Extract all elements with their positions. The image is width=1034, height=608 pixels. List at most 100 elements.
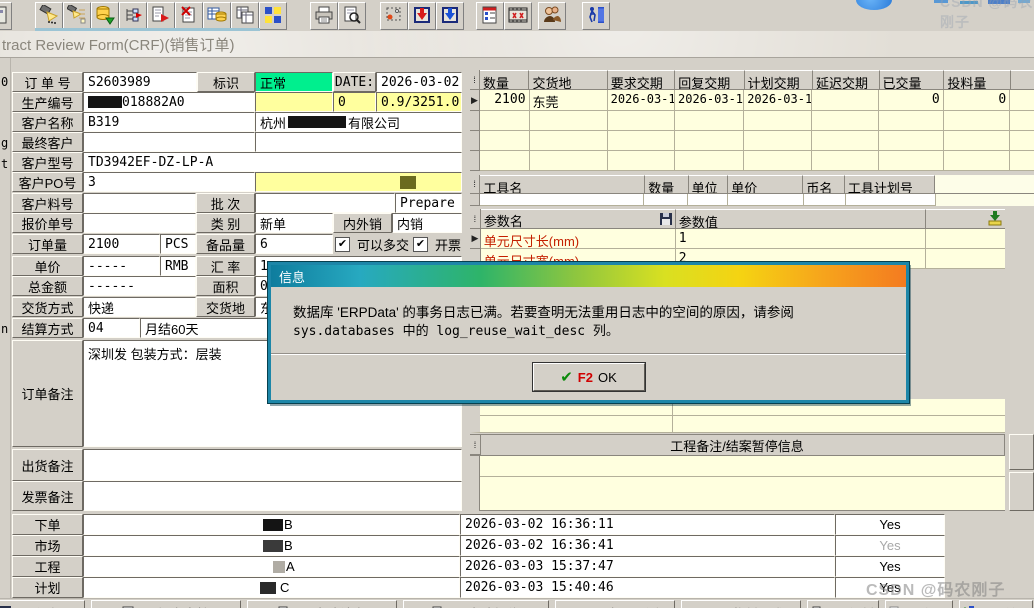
search-icon xyxy=(39,5,59,28)
approval-flag-cell: Yes xyxy=(835,556,945,577)
notes-marker-strip xyxy=(470,456,480,511)
edge-fragment: t xyxy=(1,157,8,171)
watermark-top: CSDN @码农刚子 xyxy=(940,0,1034,32)
notes-side-strip xyxy=(1009,434,1034,470)
database-new-button[interactable] xyxy=(91,2,119,30)
approval-name-cell[interactable]: C xyxy=(83,577,460,598)
category-field[interactable]: 新单 xyxy=(255,213,333,233)
customer-name-field[interactable]: 杭州有限公司 xyxy=(255,112,462,132)
invoice-note-field[interactable] xyxy=(83,481,462,511)
approval-name-cell[interactable]: A xyxy=(83,556,460,577)
param-row[interactable]: ▶ 单元尺寸长(mm) 1 xyxy=(470,229,1005,249)
export-doc-button[interactable] xyxy=(147,2,175,30)
prod-ratio-field[interactable]: 0.9/3251.0 xyxy=(376,92,462,112)
amount-field[interactable]: ------ xyxy=(83,276,196,296)
notes-area-top[interactable] xyxy=(480,456,1005,477)
final-customer-name-field[interactable] xyxy=(255,132,462,152)
request-pause-button[interactable]: F5申请暂停 xyxy=(403,600,549,608)
ship-note-field[interactable] xyxy=(83,449,462,481)
request-close-button[interactable]: F4申请结案 xyxy=(247,600,397,608)
copy-table-button[interactable] xyxy=(231,2,259,30)
settle-code-field[interactable]: 04 xyxy=(83,318,140,338)
delete-doc-button[interactable] xyxy=(175,2,203,30)
delete-doc-icon xyxy=(179,5,199,28)
approval-label-xiadan: 下单 xyxy=(12,514,83,535)
po-extra-field[interactable] xyxy=(255,172,462,192)
dialog-ok-button[interactable]: ✔ F2 OK xyxy=(533,363,645,391)
qty-unit-field[interactable]: PCS xyxy=(160,234,196,254)
quote-no-field[interactable] xyxy=(83,213,196,233)
batch-field[interactable] xyxy=(255,193,395,213)
batch-status-field[interactable]: Prepare xyxy=(395,193,462,213)
final-customer-field[interactable] xyxy=(83,132,255,152)
download-icon[interactable] xyxy=(988,211,1003,229)
table-database-button[interactable] xyxy=(203,2,231,30)
import-blue-button[interactable] xyxy=(436,2,464,30)
title-strip: tract Review Form(CRF)(销售订单) xyxy=(0,31,1034,58)
order-no-field[interactable]: S2603989 xyxy=(83,72,197,92)
trade-type-label: 内外销 xyxy=(333,213,392,233)
ok-fkey: F2 xyxy=(578,370,593,385)
prod-count-field[interactable]: 0 xyxy=(333,92,376,112)
prod-extra-field[interactable] xyxy=(255,92,333,112)
staff-button[interactable] xyxy=(538,2,566,30)
print-footer-button[interactable]: F9打印 xyxy=(885,600,953,608)
exit-button[interactable] xyxy=(582,2,610,30)
delivery-empty-row[interactable] xyxy=(470,131,1034,151)
ship-method-label: 交货方式 xyxy=(12,297,83,317)
close-button[interactable]: F10关闭 xyxy=(959,600,1033,608)
search-button[interactable] xyxy=(35,2,63,30)
info-dialog: 信息 数据库 'ERPData' 的事务日志已满。若要查明无法重用日志中的空间的… xyxy=(268,262,909,403)
checklist-button[interactable] xyxy=(476,2,504,30)
po-field[interactable]: 3 xyxy=(83,172,255,192)
print-preview-button[interactable] xyxy=(338,2,366,30)
notes-area-bottom[interactable] xyxy=(480,477,1005,511)
approval-time-cell: 2026-03-02 16:36:41 xyxy=(460,535,835,556)
modules-grid-button[interactable] xyxy=(259,2,287,30)
multi-delivery-checkbox[interactable]: ✔ xyxy=(335,237,350,252)
ship-method-field[interactable]: 快递 xyxy=(83,297,196,317)
delivery-table-header: ⁞ 数量 交货地 要求交期 回复交期 计划交期 延迟交期 已交量 投料量 xyxy=(470,70,1034,90)
tools-empty-row[interactable] xyxy=(470,194,1034,206)
delivery-forecast-button[interactable]: F6交期预测 xyxy=(555,600,675,608)
qty-field[interactable]: 2100 xyxy=(83,234,160,254)
tools-table: ⁞ 工具名 数量 单位 单价 币名 工具计划号 xyxy=(470,175,1034,206)
copy-button[interactable]: F8复制 xyxy=(807,600,879,608)
prod-no-field[interactable]: 018882A0 xyxy=(83,92,255,112)
select-marquee-button[interactable] xyxy=(380,2,408,30)
quote-no-label: 报价单号 xyxy=(12,213,83,233)
hierarchy-export-button[interactable] xyxy=(119,2,147,30)
customer-code-field[interactable]: B319 xyxy=(83,112,255,132)
submit-review-button[interactable]: F3提交审核 xyxy=(91,600,241,608)
filter-search-button[interactable] xyxy=(63,2,91,30)
model-field[interactable]: TD3942EF-DZ-LP-A xyxy=(83,152,462,172)
batch-label: 批 次 xyxy=(196,193,255,213)
dialog-title: 信息 xyxy=(279,267,305,286)
dialog-titlebar[interactable]: 信息 xyxy=(271,265,906,287)
item-no-field[interactable] xyxy=(83,193,196,213)
currency-field[interactable]: RMB xyxy=(160,256,196,276)
approval-time-cell: 2026-03-02 16:36:11 xyxy=(460,514,835,535)
save-icon[interactable] xyxy=(659,212,673,229)
trade-type-field[interactable]: 内销 xyxy=(392,213,462,233)
spare-qty-field[interactable]: 6 xyxy=(255,234,333,254)
order-no-label: 订 单 号 xyxy=(12,72,83,92)
approval-name-cell[interactable]: B xyxy=(83,535,460,556)
edge-fragment: g xyxy=(1,136,8,150)
import-red-button[interactable] xyxy=(408,2,436,30)
delivery-row[interactable]: ▶ 2100 东莞 2026-03-12 2026-03-12 2026-03-… xyxy=(470,90,1034,111)
date-field[interactable]: 2026-03-02 xyxy=(376,72,462,92)
price-field[interactable]: ----- xyxy=(83,256,160,276)
invoice-checkbox[interactable]: ✔ xyxy=(413,237,428,252)
partial-toolbar-button[interactable] xyxy=(0,2,12,30)
delivery-empty-row[interactable] xyxy=(470,111,1034,131)
print-button[interactable] xyxy=(310,2,338,30)
delivery-empty-row[interactable] xyxy=(470,151,1034,171)
invoice-note-label: 发票备注 xyxy=(12,481,83,511)
save-button[interactable]: F2保存 xyxy=(0,600,85,608)
approval-name-cell[interactable]: B xyxy=(83,514,460,535)
filmstrip-button[interactable] xyxy=(504,2,532,30)
hierarchy-export-icon xyxy=(123,5,143,28)
notes-side-strip xyxy=(1009,472,1034,511)
material-demand-button[interactable]: F7物料需求 xyxy=(681,600,801,608)
